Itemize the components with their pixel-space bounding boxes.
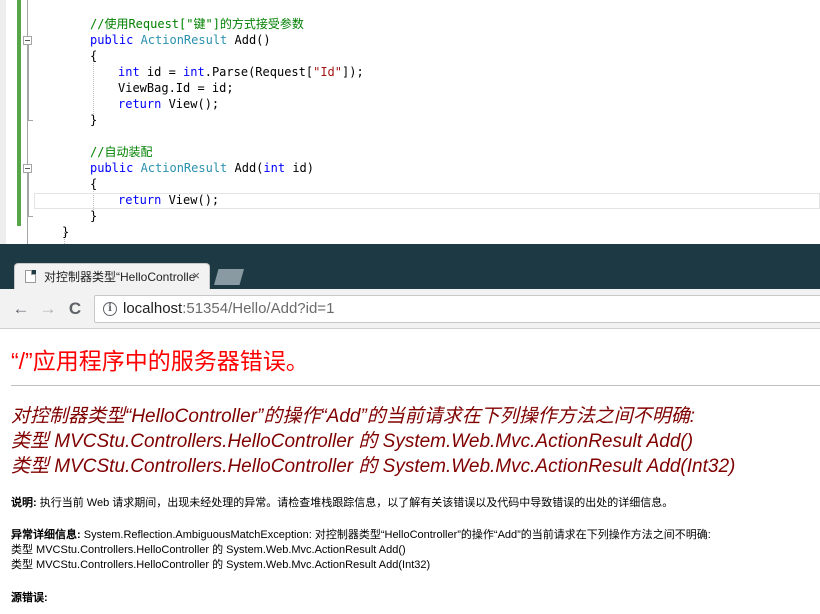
url-path: :51354/Hello/Add?id=1 bbox=[182, 300, 335, 317]
new-tab-button[interactable] bbox=[214, 269, 244, 285]
code-token: { bbox=[90, 177, 98, 191]
collapse-method-icon[interactable] bbox=[23, 36, 32, 45]
collapse-method-icon[interactable] bbox=[23, 164, 32, 173]
url-host: localhost bbox=[123, 300, 183, 317]
error-message-line: 对控制器类型“HelloController”的操作“Add”的当前请求在下列操… bbox=[11, 406, 696, 427]
code-token: ViewBag.Id = id; bbox=[118, 81, 234, 95]
code-token: id) bbox=[285, 161, 314, 175]
code-token: return bbox=[118, 97, 169, 111]
error-message-line: 类型 MVCStu.Controllers.HelloController 的 … bbox=[11, 431, 694, 452]
code-token: } bbox=[90, 113, 98, 127]
exception-text: System.Reflection.AmbiguousMatchExceptio… bbox=[80, 529, 711, 541]
code-token: ActionResult bbox=[140, 33, 228, 47]
code-token: View(); bbox=[168, 193, 220, 207]
description-label: 说明: bbox=[11, 497, 37, 509]
code-token: "Id" bbox=[313, 65, 343, 79]
tab-title: 对控制器类型“HelloController”的操作“Add”的当前请求在下列操… bbox=[44, 270, 196, 284]
code-line[interactable]: { bbox=[90, 48, 97, 64]
code-token: id = bbox=[139, 65, 184, 79]
code-token: View(); bbox=[168, 97, 220, 111]
code-token: int bbox=[183, 65, 205, 79]
address-bar[interactable]: i localhost:51354/Hello/Add?id=1 bbox=[94, 295, 820, 323]
outline-end-tick bbox=[28, 216, 33, 217]
code-line[interactable]: int id = int.Parse(Request["Id"]); bbox=[118, 64, 364, 80]
description-text: 执行当前 Web 请求期间，出现未经处理的异常。请检查堆栈跟踪信息，以了解有关该… bbox=[36, 497, 674, 509]
outline-bracket bbox=[28, 173, 29, 216]
code-line[interactable]: } bbox=[90, 112, 97, 128]
exception-details: 异常详细信息: System.Reflection.AmbiguousMatch… bbox=[11, 528, 711, 543]
code-token: int bbox=[263, 161, 286, 175]
outline-bracket bbox=[28, 45, 29, 120]
code-token: int bbox=[118, 65, 140, 79]
info-icon[interactable]: i bbox=[103, 302, 117, 316]
code-token: } bbox=[90, 209, 98, 223]
code-line[interactable]: ViewBag.Id = id; bbox=[118, 80, 234, 96]
page-content: “/”应用程序中的服务器错误。 对控制器类型“HelloController”的… bbox=[0, 329, 820, 614]
code-line[interactable]: return View(); bbox=[118, 192, 219, 208]
code-token: //使用Request["键"]的方式接受参数 bbox=[90, 17, 304, 31]
code-token: public bbox=[90, 33, 141, 47]
browser-tab-active[interactable]: 对控制器类型“HelloController”的操作“Add”的当前请求在下列操… bbox=[14, 263, 210, 289]
code-token: ActionResult bbox=[140, 161, 228, 175]
outline-end-tick bbox=[28, 120, 33, 121]
code-token: ]); bbox=[342, 65, 364, 79]
code-line[interactable]: { bbox=[90, 176, 97, 192]
code-token: .Parse(Request[ bbox=[204, 65, 314, 79]
error-message-line: 类型 MVCStu.Controllers.HelloController 的 … bbox=[11, 456, 736, 477]
indent-guide bbox=[93, 58, 94, 114]
description-paragraph: 说明: 执行当前 Web 请求期间，出现未经处理的异常。请检查堆栈跟踪信息，以了… bbox=[11, 496, 673, 511]
error-page-title: “/”应用程序中的服务器错误。 bbox=[11, 348, 309, 374]
code-token: public bbox=[90, 161, 141, 175]
browser-titlebar: 对控制器类型“HelloController”的操作“Add”的当前请求在下列操… bbox=[0, 244, 820, 289]
code-token: return bbox=[118, 193, 169, 207]
code-token: { bbox=[90, 49, 98, 63]
code-line[interactable]: public ActionResult Add() bbox=[90, 32, 271, 48]
code-line[interactable]: } bbox=[62, 224, 69, 240]
code-token: Add() bbox=[227, 33, 271, 47]
forward-arrow-icon[interactable]: → bbox=[38, 299, 58, 319]
exception-label: 异常详细信息: bbox=[11, 529, 81, 541]
code-line[interactable]: } bbox=[90, 208, 97, 224]
code-line[interactable]: //使用Request["键"]的方式接受参数 bbox=[90, 16, 304, 32]
exception-detail-line: 类型 MVCStu.Controllers.HelloController 的 … bbox=[11, 559, 431, 571]
code-line[interactable]: return View(); bbox=[118, 96, 219, 112]
code-line[interactable]: //自动装配 bbox=[90, 144, 152, 160]
code-token: //自动装配 bbox=[90, 145, 153, 159]
editor-margin bbox=[0, 0, 6, 244]
browser-window: 对控制器类型“HelloController”的操作“Add”的当前请求在下列操… bbox=[0, 244, 820, 614]
reload-icon[interactable]: C bbox=[65, 299, 85, 319]
exception-detail-line: 类型 MVCStu.Controllers.HelloController 的 … bbox=[11, 544, 406, 556]
code-token: } bbox=[62, 225, 70, 239]
change-tracking-bar bbox=[17, 0, 21, 226]
close-tab-icon[interactable]: × bbox=[192, 268, 200, 284]
code-token: Add( bbox=[227, 161, 264, 175]
back-arrow-icon[interactable]: ← bbox=[11, 299, 31, 319]
page-icon bbox=[25, 270, 36, 283]
source-error-label: 源错误: bbox=[11, 592, 48, 604]
code-line[interactable]: public ActionResult Add(int id) bbox=[90, 160, 314, 176]
browser-toolbar: ← → C i localhost:51354/Hello/Add?id=1 bbox=[0, 289, 820, 329]
url-text[interactable]: localhost:51354/Hello/Add?id=1 bbox=[123, 300, 334, 318]
divider bbox=[11, 385, 820, 386]
code-editor[interactable]: //使用Request["键"]的方式接受参数 public ActionResu… bbox=[0, 0, 820, 244]
